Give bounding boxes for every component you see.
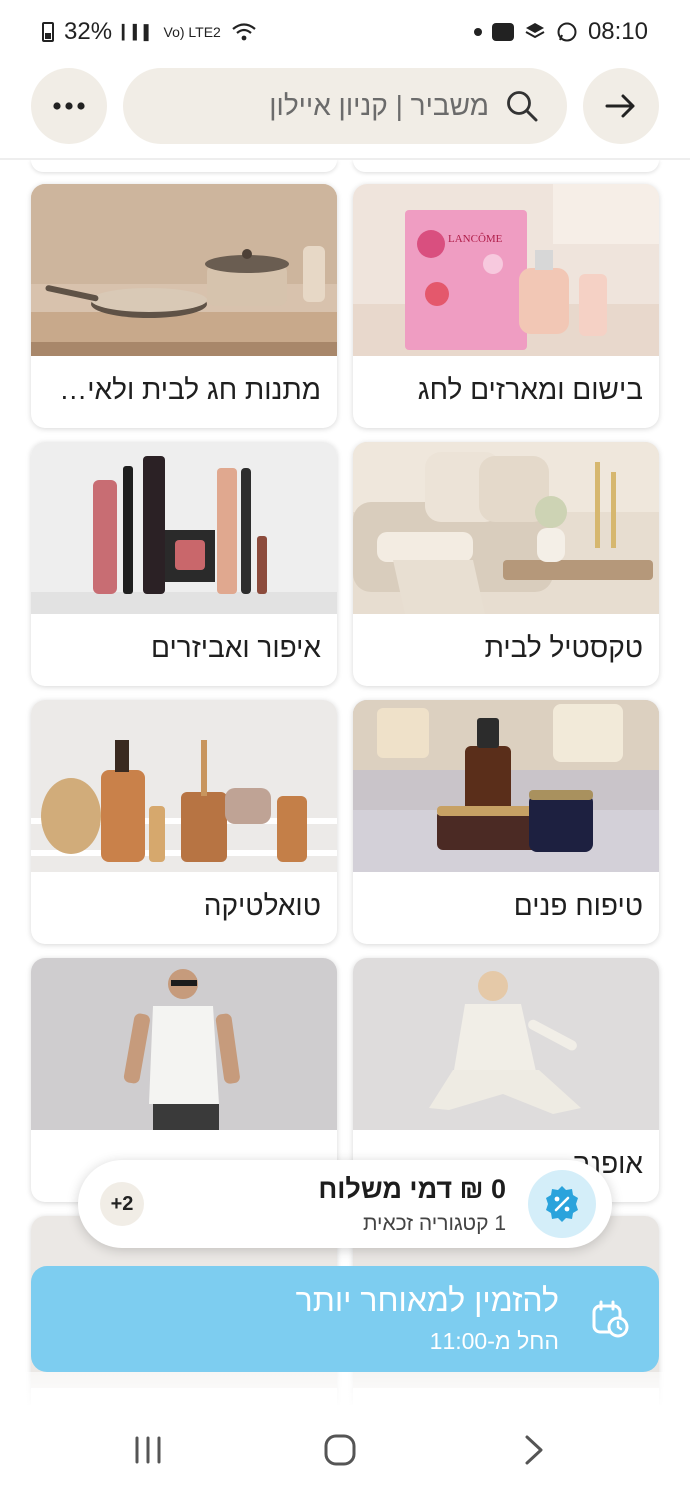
category-label: טיפוח פנים xyxy=(513,890,643,921)
back-nav-button[interactable] xyxy=(504,1427,564,1473)
category-label: בישום ומארזים לחג xyxy=(417,374,643,405)
category-card[interactable]: טקסטיל לבית xyxy=(353,442,659,686)
recent-apps-button[interactable] xyxy=(118,1427,178,1473)
promo-subtitle: 1 קטגוריה זכאית xyxy=(362,1212,506,1235)
category-image-skincare xyxy=(353,700,659,872)
category-image-cookware xyxy=(31,184,337,356)
category-label: טואלטיקה xyxy=(203,890,321,921)
category-card[interactable]: טואלטיקה xyxy=(31,700,337,944)
previous-card-bottom xyxy=(353,160,659,172)
top-bar: משביר | קניון איילון xyxy=(0,66,690,146)
calendar-clock-icon xyxy=(592,1300,629,1338)
voicemail-icon xyxy=(491,23,514,41)
category-label: מתנות חג לבית ולאירוח xyxy=(47,374,321,405)
status-bar: 32% ▎▍▌ Vo) LTE2 08:10 xyxy=(0,0,690,64)
category-image-woman-fashion xyxy=(353,958,659,1130)
search-input[interactable]: משביר | קניון איילון xyxy=(269,90,489,122)
search-icon xyxy=(507,91,538,122)
clock: 08:10 xyxy=(587,18,648,45)
category-label: טקסטיל לבית xyxy=(484,632,643,663)
discount-badge-icon xyxy=(528,1170,596,1238)
svg-text:LANCÔME: LANCÔME xyxy=(448,233,503,245)
category-label: איפור ואביזרים xyxy=(151,632,321,663)
search-bar[interactable]: משביר | קניון איילון xyxy=(123,68,567,144)
status-right: 08:10 xyxy=(473,18,648,46)
more-options-button[interactable] xyxy=(31,68,107,144)
category-image-man-fashion xyxy=(31,958,337,1130)
whatsapp-icon xyxy=(557,22,577,42)
category-card[interactable]: טיפוח פנים xyxy=(353,700,659,944)
home-button[interactable] xyxy=(310,1427,370,1473)
back-button[interactable] xyxy=(583,68,659,144)
category-image-toiletries xyxy=(31,700,337,872)
previous-card-bottom xyxy=(31,160,337,172)
home-icon xyxy=(324,1434,356,1466)
category-image-textiles xyxy=(353,442,659,614)
schedule-later-button[interactable]: להזמין למאוחר יותר החל מ-11:00 xyxy=(31,1266,659,1372)
status-left: 32% ▎▍▌ Vo) LTE2 xyxy=(42,18,257,46)
schedule-title: להזמין למאוחר יותר xyxy=(295,1282,559,1318)
notification-dot xyxy=(473,28,482,36)
arrow-right-icon xyxy=(605,94,635,118)
wifi-icon xyxy=(232,23,256,41)
category-card[interactable]: LANCÔME בישום ומארזים לחג xyxy=(353,184,659,428)
system-navigation-bar xyxy=(0,1405,690,1495)
category-card[interactable]: מתנות חג לבית ולאירוח xyxy=(31,184,337,428)
category-card[interactable]: איפור ואביזרים xyxy=(31,442,337,686)
layers-icon xyxy=(525,23,545,39)
more-icon xyxy=(53,102,85,110)
free-shipping-promo[interactable]: +2 0 ₪ דמי משלוח 1 קטגוריה זכאית xyxy=(78,1160,612,1248)
signal-icon: ▎▍▌ xyxy=(122,24,154,40)
category-image-perfume: LANCÔME xyxy=(353,184,659,356)
promo-count-badge[interactable]: +2 xyxy=(100,1182,144,1226)
chevron-right-icon xyxy=(525,1435,543,1465)
schedule-subtitle: החל מ-11:00 xyxy=(429,1328,559,1354)
battery-percent: 32% xyxy=(64,18,113,45)
recent-apps-icon xyxy=(135,1436,161,1464)
network-label: Vo) LTE2 xyxy=(163,24,221,40)
category-image-makeup xyxy=(31,442,337,614)
battery-icon xyxy=(42,22,54,42)
promo-title: 0 ₪ דמי משלוח xyxy=(318,1174,506,1204)
